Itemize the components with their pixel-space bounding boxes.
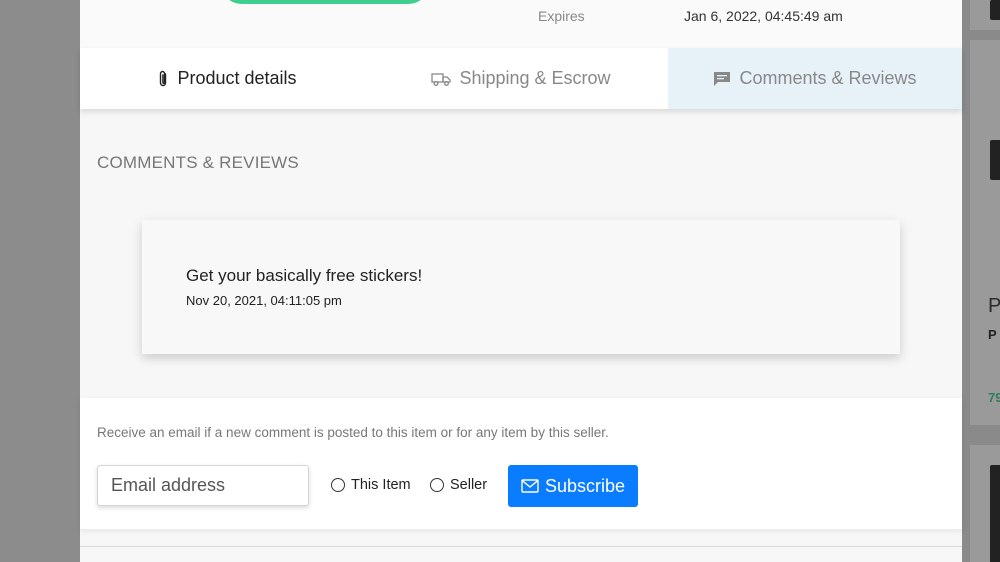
comment-date: Nov 20, 2021, 04:11:05 pm [186, 293, 342, 308]
action-button-partial[interactable] [220, 0, 430, 4]
subscribe-button[interactable]: Subscribe [508, 465, 638, 507]
subscribe-info-text: Receive an email if a new comment is pos… [97, 425, 609, 440]
product-summary-strip: Expires Jan 6, 2022, 04:45:49 am [80, 0, 962, 48]
subscribe-button-label: Subscribe [544, 475, 626, 496]
comment-card: Get your basically free stickers! Nov 20… [142, 220, 900, 354]
comment-icon [713, 71, 731, 87]
backdrop-right-listing: P P 79 [962, 0, 1000, 562]
expires-value: Jan 6, 2022, 04:45:49 am [684, 8, 843, 24]
tab-comments-reviews[interactable]: Comments & Reviews [668, 48, 962, 109]
paperclip-icon [157, 70, 169, 88]
tab-product-details[interactable]: Product details [80, 48, 374, 109]
comment-text: Get your basically free stickers! [186, 266, 423, 285]
envelope-icon [521, 479, 539, 493]
email-field[interactable] [97, 465, 309, 506]
backdrop-left [0, 0, 80, 562]
radio-button[interactable] [430, 478, 444, 492]
subscribe-panel: Receive an email if a new comment is pos… [80, 398, 962, 529]
radio-label: Seller [450, 477, 488, 493]
expires-label: Expires [538, 8, 585, 24]
truck-icon [431, 71, 452, 87]
tab-shipping-escrow[interactable]: Shipping & Escrow [374, 48, 668, 109]
section-title: COMMENTS & REVIEWS [97, 153, 299, 172]
tab-label: Comments & Reviews [739, 68, 917, 88]
background-title-letter: P [988, 295, 1000, 317]
background-card [970, 0, 1000, 30]
background-thumbnail [990, 140, 1000, 180]
product-modal: Expires Jan 6, 2022, 04:45:49 am Product… [80, 0, 962, 562]
modal-footer-strip [80, 547, 962, 562]
background-thumbnail [990, 0, 1000, 20]
background-card [970, 445, 1000, 562]
background-subtitle-letter: P [988, 327, 997, 342]
radio-button[interactable] [331, 478, 345, 492]
background-thumbnail [990, 465, 1000, 562]
tab-bar: Product details Shipping & Escrow Commen… [80, 48, 962, 109]
tab-label: Shipping & Escrow [459, 68, 611, 88]
background-price: 79 [988, 390, 1000, 405]
background-card: P P 79 [970, 40, 1000, 425]
radio-label: This Item [351, 477, 411, 493]
tab-label: Product details [177, 68, 297, 88]
radio-this-item[interactable]: This Item [331, 477, 411, 493]
radio-seller[interactable]: Seller [430, 477, 487, 493]
